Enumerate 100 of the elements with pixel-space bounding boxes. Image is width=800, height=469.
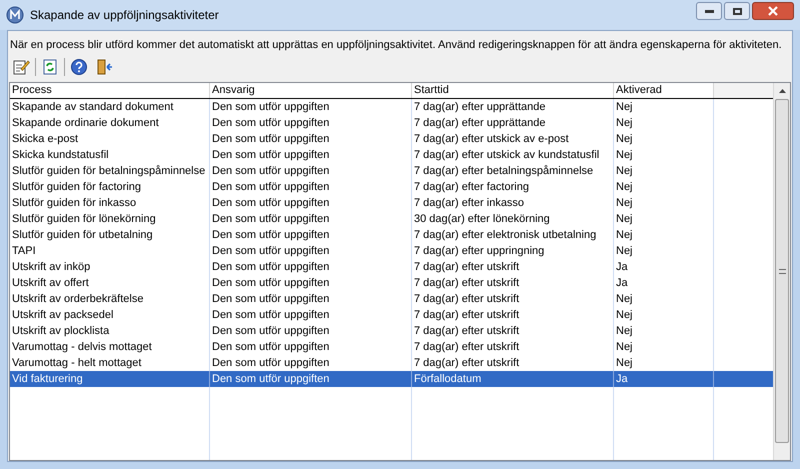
minimize-button[interactable] [696, 2, 722, 20]
table-row[interactable]: Utskrift av plocklista Den som utför uppgiften 7 dag(ar) efter utskrift Nej [10, 323, 773, 339]
table-cell-text: Nej [615, 196, 634, 211]
table-row[interactable]: Vid fakturering Den som utför uppgiften Förfallodatum Ja [10, 371, 773, 387]
table-cell-text: Nej [615, 100, 634, 115]
table-row[interactable]: Varumottag - helt mottaget Den som utför uppgiften 7 dag(ar) efter utskrift Nej [10, 355, 773, 371]
table-cell-text: Den som utför uppgiften [211, 212, 330, 227]
table-row[interactable]: Slutför guiden för betalningspåminnelse Den som utför uppgiften 7 dag(ar) efter betalningspåminnelse Nej [10, 163, 773, 179]
table-cell-text: Slutför guiden för lönekörning [11, 212, 157, 227]
table-cell-text: Ja [615, 260, 629, 275]
table-cell-text: 7 dag(ar) efter inkasso [413, 196, 526, 211]
table-cell-text: 7 dag(ar) efter uppringning [413, 244, 546, 259]
description-text: När en process blir utförd kommer det automatiskt att upprättas en uppföljningsaktivitet. Använd redigeringsknappen för att ändra egenskaperna för aktiviteten. [9, 38, 783, 53]
table-cell-text: 7 dag(ar) efter elektronisk utbetalning [413, 228, 598, 243]
table-cell-text: Skicka e-post [11, 132, 80, 147]
table-row[interactable]: Varumottag - delvis mottaget Den som utför uppgiften 7 dag(ar) efter utskrift Nej [10, 339, 773, 355]
table-row[interactable]: Utskrift av orderbekräftelse Den som utför uppgiften 7 dag(ar) efter utskrift Nej [10, 291, 773, 307]
table-cell-text: Nej [615, 356, 634, 371]
table-cell-text: 7 dag(ar) efter utskick av kundstatusfil [413, 148, 600, 163]
table-row[interactable]: Slutför guiden för utbetalning Den som utför uppgiften 7 dag(ar) efter elektronisk utbetalning Nej [10, 227, 773, 243]
table-cell-text: 7 dag(ar) efter utskrift [413, 340, 520, 355]
table-cell-text: Utskrift av packsedel [11, 308, 114, 323]
table-cell-text: 7 dag(ar) efter utskrift [413, 356, 520, 371]
table-cell-text: Ja [615, 276, 629, 291]
table-row[interactable]: Utskrift av offert Den som utför uppgiften 7 dag(ar) efter utskrift Ja [10, 275, 773, 291]
table-cell-text: Varumottag - delvis mottaget [11, 340, 153, 355]
table-row[interactable]: Skapande av standard dokument Den som utför uppgiften 7 dag(ar) efter upprättande Nej [10, 99, 773, 115]
maximize-button[interactable] [724, 2, 750, 20]
column-header[interactable]: Ansvarig [210, 83, 412, 98]
table-cell-text: 7 dag(ar) efter betalningspåminnelse [413, 164, 594, 179]
close-icon [767, 6, 779, 16]
table-cell-text: TAPI [11, 244, 37, 259]
column-header[interactable]: Process [10, 83, 210, 98]
table-cell-text: Nej [615, 164, 634, 179]
table-cell-text: Skapande av standard dokument [11, 100, 174, 115]
table-cell-text: 7 dag(ar) efter factoring [413, 180, 530, 195]
table-row[interactable]: Utskrift av packsedel Den som utför uppgiften 7 dag(ar) efter utskrift Nej [10, 307, 773, 323]
table-cell-text: Den som utför uppgiften [211, 308, 330, 323]
table-cell-text: Den som utför uppgiften [211, 324, 330, 339]
table-cell: Vid fakturering [10, 371, 210, 387]
column-header[interactable]: Aktiverad [614, 83, 714, 98]
table-cell-text: Slutför guiden för inkasso [11, 196, 138, 211]
table-row[interactable]: Slutför guiden för lönekörning Den som utför uppgiften 30 dag(ar) efter lönekörning Nej [10, 211, 773, 227]
table-cell-text: Den som utför uppgiften [211, 228, 330, 243]
table-cell-text: Slutför guiden för betalningspåminnelse [11, 164, 206, 179]
table-row[interactable]: Slutför guiden för inkasso Den som utför uppgiften 7 dag(ar) efter inkasso Nej [10, 195, 773, 211]
table-cell-text: Den som utför uppgiften [211, 260, 330, 275]
table-cell-text: Den som utför uppgiften [211, 132, 330, 147]
table-row[interactable]: Slutför guiden för factoring Den som utför uppgiften 7 dag(ar) efter factoring Nej [10, 179, 773, 195]
table-cell-text: Den som utför uppgiften [211, 164, 330, 179]
table-cell-text: 7 dag(ar) efter utskrift [413, 260, 520, 275]
table-cell-text: Slutför guiden för factoring [11, 180, 142, 195]
close-button[interactable] [752, 2, 794, 20]
table-cell-text: 7 dag(ar) efter utskick av e-post [413, 132, 570, 147]
table-cell-text: Nej [615, 308, 634, 323]
scrollbar-thumb[interactable] [775, 99, 789, 443]
table-cell-text: Skapande ordinarie dokument [11, 116, 160, 131]
table-cell-text: 7 dag(ar) efter utskrift [413, 308, 520, 323]
table-cell-text: Den som utför uppgiften [211, 276, 330, 291]
up-arrow-icon [778, 89, 786, 93]
table-cell-text: Den som utför uppgiften [211, 292, 330, 307]
minimize-icon [704, 10, 714, 12]
maximize-icon [732, 8, 742, 14]
table-cell-text: Nej [615, 148, 634, 163]
table-cell-text: Den som utför uppgiften [211, 116, 330, 131]
table-cell-text: Utskrift av plocklista [11, 324, 110, 339]
table-row[interactable]: Utskrift av inköp Den som utför uppgiften 7 dag(ar) efter utskrift Ja [10, 259, 773, 275]
table-cell-text: Utskrift av inköp [11, 260, 92, 275]
table-cell-text: Skicka kundstatusfil [11, 148, 110, 163]
table-cell-text: 7 dag(ar) efter utskrift [413, 276, 520, 291]
table-cell-text: 7 dag(ar) efter upprättande [413, 116, 546, 131]
table-cell-text: Den som utför uppgiften [211, 148, 330, 163]
table-cell-text: Nej [615, 228, 634, 243]
scrollbar[interactable] [773, 83, 790, 460]
table-row[interactable]: Skapande ordinarie dokument Den som utför uppgiften 7 dag(ar) efter upprättande Nej [10, 115, 773, 131]
window-title: Skapande av uppföljningsaktiviteter [30, 7, 220, 24]
table-cell-text: Nej [615, 292, 634, 307]
table-cell-text: Utskrift av orderbekräftelse [11, 292, 144, 307]
table-cell-text: 7 dag(ar) efter upprättande [413, 100, 546, 115]
table-cell-text: Den som utför uppgiften [211, 340, 330, 355]
table-cell-text: Den som utför uppgiften [211, 180, 330, 195]
table-cell-text: Den som utför uppgiften [211, 196, 330, 211]
table-cell-text: Nej [615, 340, 634, 355]
table-cell-text: Nej [615, 212, 634, 227]
table-cell-text: Nej [615, 180, 634, 195]
grip-icon [778, 268, 786, 274]
table-row[interactable]: Skicka e-post Den som utför uppgiften 7 dag(ar) efter utskick av e-post Nej [10, 131, 773, 147]
table-cell-text: Den som utför uppgiften [211, 356, 330, 371]
table-cell-text: Nej [615, 244, 634, 259]
table-row[interactable]: Skicka kundstatusfil Den som utför uppgiften 7 dag(ar) efter utskick av kundstatusfil Nej [10, 147, 773, 163]
table-cell-text: 30 dag(ar) efter lönekörning [413, 212, 551, 227]
app-logo-icon [6, 6, 24, 24]
table-cell: Den som utför uppgiften [210, 371, 412, 387]
table-cell-text: 7 dag(ar) efter utskrift [413, 324, 520, 339]
column-header[interactable]: Starttid [412, 83, 614, 98]
table-cell-text: Nej [615, 116, 634, 131]
help-icon[interactable] [68, 56, 90, 78]
table-cell-text: Nej [615, 324, 634, 339]
table-row[interactable]: TAPI Den som utför uppgiften 7 dag(ar) efter uppringning Nej [10, 243, 773, 259]
table-cell-text: Den som utför uppgiften [211, 100, 330, 115]
